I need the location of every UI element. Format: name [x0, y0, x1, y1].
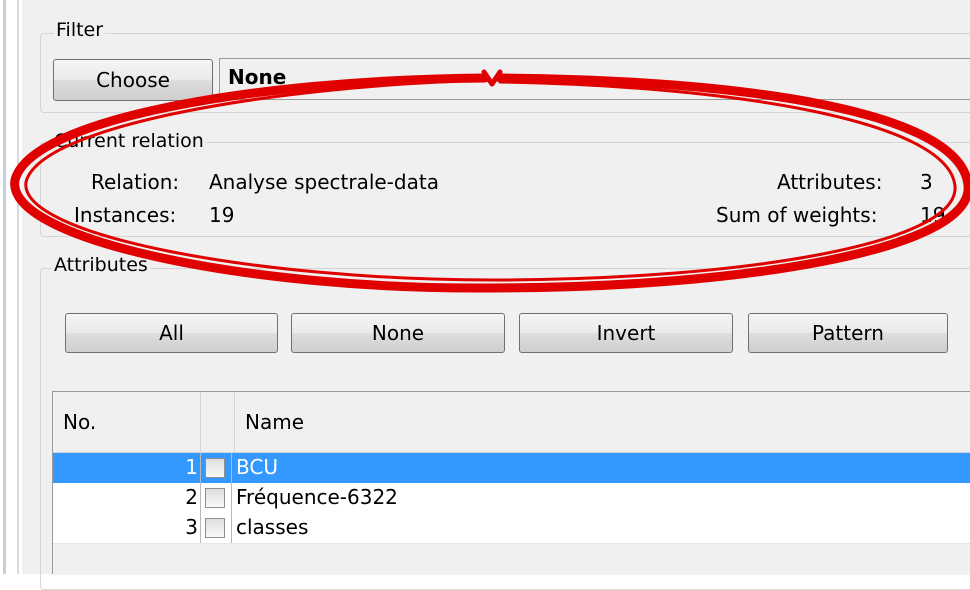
edge-line: [3, 0, 6, 574]
sum-of-weights-label: Sum of weights:: [716, 203, 878, 227]
column-header-name[interactable]: Name: [235, 392, 970, 452]
instances-value: 19: [209, 203, 235, 227]
attributes-table: No. Name 1 BCU 2 Fréquence-6322 3 classe…: [52, 391, 970, 575]
attribute-checkbox[interactable]: [205, 458, 225, 478]
attributes-count-label: Attributes:: [777, 170, 883, 194]
cell-divider: [231, 483, 232, 513]
attribute-checkbox[interactable]: [205, 488, 225, 508]
attribute-checkbox[interactable]: [205, 518, 225, 538]
filter-value-field[interactable]: None: [219, 58, 970, 100]
row-number: 2: [185, 485, 198, 509]
column-header-checkbox[interactable]: [201, 392, 235, 452]
invert-selection-button[interactable]: Invert: [519, 313, 733, 353]
current-relation-title: Current relation: [52, 130, 206, 152]
cell-divider: [200, 513, 201, 543]
column-header-no[interactable]: No.: [53, 392, 201, 452]
table-empty-area: [53, 544, 970, 575]
window-left-edge: [0, 0, 19, 574]
pattern-button[interactable]: Pattern: [748, 313, 948, 353]
attribute-name: classes: [236, 515, 309, 539]
select-all-button[interactable]: All: [65, 313, 278, 353]
table-row[interactable]: 2 Fréquence-6322: [53, 483, 970, 514]
choose-filter-button[interactable]: Choose: [53, 59, 213, 101]
edge-line: [17, 0, 19, 574]
attributes-count-value: 3: [920, 170, 933, 194]
table-header: No. Name: [53, 392, 970, 453]
select-none-button[interactable]: None: [291, 313, 505, 353]
attributes-group-title: Attributes: [52, 254, 150, 276]
cell-divider: [231, 453, 232, 483]
relation-label: Relation:: [91, 170, 180, 194]
cell-divider: [200, 453, 201, 483]
table-row[interactable]: 3 classes: [53, 513, 970, 544]
filter-group-title: Filter: [54, 19, 106, 41]
relation-value: Analyse spectrale-data: [209, 170, 439, 194]
instances-label: Instances:: [74, 203, 177, 227]
attribute-name: BCU: [236, 455, 278, 479]
row-number: 3: [185, 515, 198, 539]
sum-of-weights-value: 19: [920, 203, 946, 227]
cell-divider: [231, 513, 232, 543]
cell-divider: [200, 483, 201, 513]
row-number: 1: [185, 455, 198, 479]
table-row[interactable]: 1 BCU: [53, 453, 970, 484]
attribute-name: Fréquence-6322: [236, 485, 398, 509]
